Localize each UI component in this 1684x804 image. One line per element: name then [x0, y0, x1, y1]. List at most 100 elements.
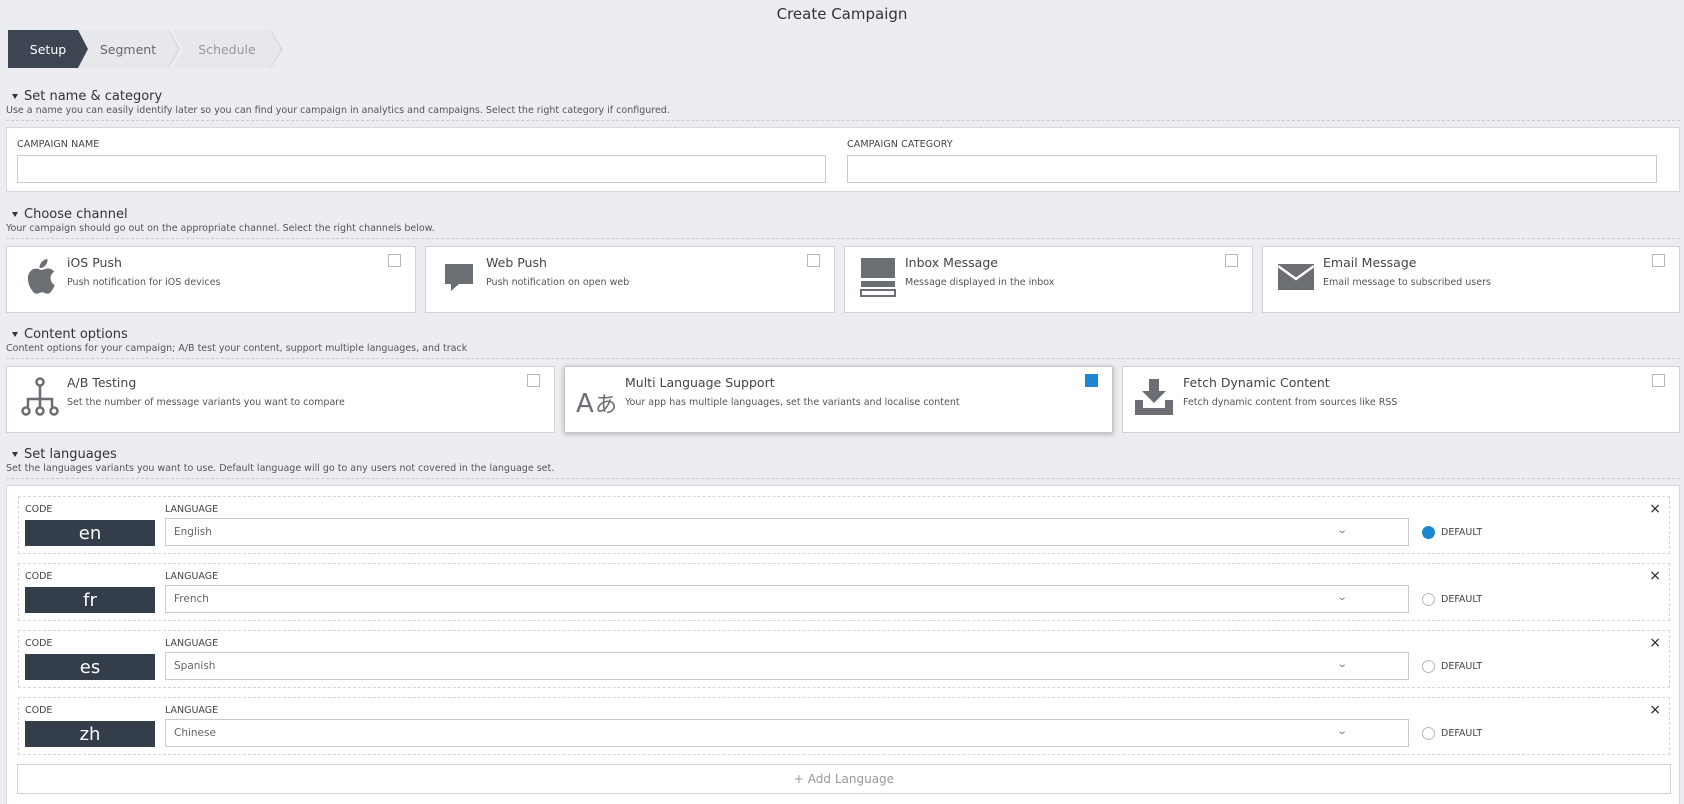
card-desc: Set the number of message variants you w…	[67, 397, 345, 408]
code-label: CODE	[25, 504, 53, 515]
apple-icon	[19, 255, 61, 299]
language-row-zh: CODE LANGUAGE zh Chinese ⌄ DEFAULT ×	[18, 697, 1670, 755]
language-code-badge: en	[25, 520, 155, 546]
default-label: DEFAULT	[1441, 661, 1483, 672]
language-code-badge: fr	[25, 587, 155, 613]
default-label: DEFAULT	[1441, 728, 1483, 739]
ab-tree-icon	[19, 375, 61, 419]
campaign-category-input[interactable]	[847, 155, 1657, 183]
language-select[interactable]: Spanish ⌄	[165, 652, 1409, 680]
card-title: Inbox Message	[905, 255, 998, 270]
step-schedule[interactable]: Schedule	[173, 30, 281, 68]
card-desc: Push notification for iOS devices	[67, 277, 221, 288]
default-radio[interactable]	[1422, 660, 1435, 673]
language-select-value: Spanish	[174, 660, 216, 672]
campaign-name-input[interactable]	[17, 155, 826, 183]
name-category-panel: CAMPAIGN NAME CAMPAIGN CATEGORY	[6, 127, 1680, 192]
web-push-checkbox[interactable]	[807, 254, 820, 267]
language-label: LANGUAGE	[165, 504, 219, 515]
step-segment[interactable]: Segment	[78, 30, 178, 68]
language-icon: Aあ	[575, 379, 621, 423]
content-card-multi-language[interactable]: Aあ Multi Language Support Your app has m…	[564, 366, 1113, 433]
code-label: CODE	[25, 705, 53, 716]
language-select-value: French	[174, 593, 209, 605]
caret-down-icon	[12, 94, 18, 99]
add-language-button[interactable]: + Add Language	[17, 764, 1671, 794]
language-label: LANGUAGE	[165, 571, 219, 582]
download-tray-icon	[1133, 375, 1175, 419]
caret-down-icon	[12, 452, 18, 457]
envelope-icon	[1275, 255, 1317, 299]
caret-down-icon	[12, 332, 18, 337]
step-setup[interactable]: Setup	[8, 30, 88, 68]
remove-language-icon[interactable]: ×	[1649, 702, 1661, 718]
content-card-ab-testing[interactable]: A/B Testing Set the number of message va…	[6, 366, 555, 433]
default-radio[interactable]	[1422, 727, 1435, 740]
wizard-steps: Schedule Segment Setup	[8, 30, 288, 68]
default-radio[interactable]	[1422, 526, 1435, 539]
language-row-en: CODE LANGUAGE en English ⌄ DEFAULT ×	[18, 496, 1670, 554]
chevron-down-icon: ⌄	[1336, 659, 1348, 670]
inbox-icon	[857, 255, 899, 299]
section-divider	[6, 238, 1680, 239]
card-title: iOS Push	[67, 255, 122, 270]
language-row-fr: CODE LANGUAGE fr French ⌄ DEFAULT ×	[18, 563, 1670, 621]
section-languages-desc: Set the languages variants you want to u…	[6, 463, 555, 474]
section-name-desc: Use a name you can easily identify later…	[6, 105, 670, 116]
language-select[interactable]: English ⌄	[165, 518, 1409, 546]
section-content-title[interactable]: Content options	[12, 327, 128, 342]
section-channel-title[interactable]: Choose channel	[12, 207, 128, 222]
chevron-down-icon: ⌄	[1336, 592, 1348, 603]
remove-language-icon[interactable]: ×	[1649, 501, 1661, 517]
remove-language-icon[interactable]: ×	[1649, 635, 1661, 651]
section-divider	[6, 120, 1680, 121]
channel-card-ios-push[interactable]: iOS Push Push notification for iOS devic…	[6, 246, 416, 313]
language-row-es: CODE LANGUAGE es Spanish ⌄ DEFAULT ×	[18, 630, 1670, 688]
language-select-value: Chinese	[174, 727, 216, 739]
card-desc: Push notification on open web	[486, 277, 630, 288]
email-message-checkbox[interactable]	[1652, 254, 1665, 267]
chevron-down-icon: ⌄	[1336, 726, 1348, 737]
code-label: CODE	[25, 638, 53, 649]
channel-card-web-push[interactable]: Web Push Push notification on open web	[425, 246, 835, 313]
caret-down-icon	[12, 212, 18, 217]
channel-card-inbox-message[interactable]: Inbox Message Message displayed in the i…	[844, 246, 1253, 313]
section-content-title-text: Content options	[24, 327, 128, 342]
card-title: Fetch Dynamic Content	[1183, 375, 1330, 390]
card-title: Web Push	[486, 255, 547, 270]
default-radio[interactable]	[1422, 593, 1435, 606]
card-title: Email Message	[1323, 255, 1417, 270]
card-desc: Fetch dynamic content from sources like …	[1183, 397, 1398, 408]
chevron-down-icon: ⌄	[1336, 525, 1348, 536]
card-desc: Your app has multiple languages, set the…	[625, 397, 960, 408]
section-languages-title[interactable]: Set languages	[12, 447, 117, 462]
section-name-title-text: Set name & category	[24, 89, 163, 104]
remove-language-icon[interactable]: ×	[1649, 568, 1661, 584]
card-title: A/B Testing	[67, 375, 137, 390]
code-label: CODE	[25, 571, 53, 582]
section-content-desc: Content options for your campaign; A/B t…	[6, 343, 468, 354]
section-channel-desc: Your campaign should go out on the appro…	[6, 223, 435, 234]
campaign-name-label: CAMPAIGN NAME	[17, 139, 100, 150]
language-select-value: English	[174, 526, 212, 538]
inbox-message-checkbox[interactable]	[1225, 254, 1238, 267]
channel-card-email-message[interactable]: Email Message Email message to subscribe…	[1262, 246, 1680, 313]
ab-testing-checkbox[interactable]	[527, 374, 540, 387]
card-desc: Email message to subscribed users	[1323, 277, 1491, 288]
section-languages-title-text: Set languages	[24, 447, 117, 462]
section-name-title[interactable]: Set name & category	[12, 89, 162, 104]
language-code-badge: zh	[25, 721, 155, 747]
card-title: Multi Language Support	[625, 375, 775, 390]
ios-push-checkbox[interactable]	[388, 254, 401, 267]
campaign-category-label: CAMPAIGN CATEGORY	[847, 139, 953, 150]
multi-language-checkbox[interactable]	[1085, 374, 1098, 387]
language-select[interactable]: Chinese ⌄	[165, 719, 1409, 747]
section-divider	[6, 478, 1680, 479]
content-card-fetch-dynamic[interactable]: Fetch Dynamic Content Fetch dynamic cont…	[1122, 366, 1680, 433]
fetch-dynamic-checkbox[interactable]	[1652, 374, 1665, 387]
section-channel-title-text: Choose channel	[24, 207, 128, 222]
section-divider	[6, 358, 1680, 359]
default-label: DEFAULT	[1441, 594, 1483, 605]
language-code-badge: es	[25, 654, 155, 680]
language-select[interactable]: French ⌄	[165, 585, 1409, 613]
